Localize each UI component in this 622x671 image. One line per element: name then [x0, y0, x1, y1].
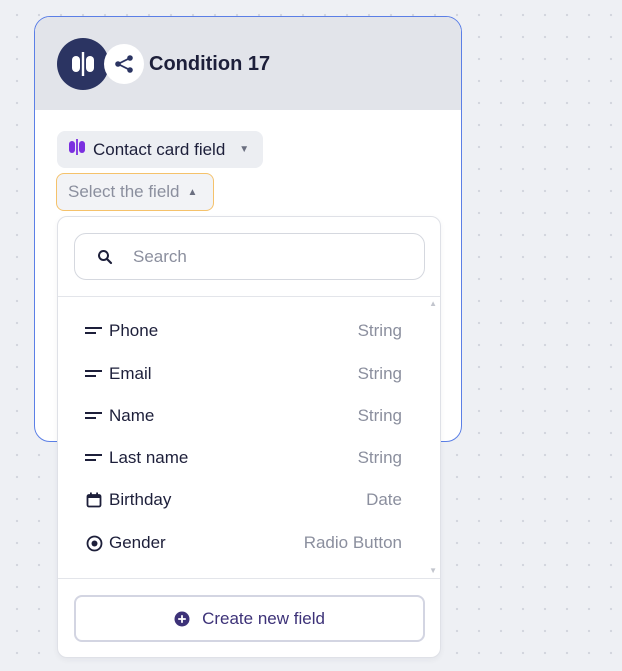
search-box[interactable]	[74, 233, 425, 280]
plus-circle-icon	[174, 611, 190, 626]
field-type: String	[357, 406, 402, 425]
field-name: Phone	[109, 321, 159, 340]
share-icon[interactable]	[104, 44, 144, 84]
text-field-icon	[84, 321, 104, 341]
scroll-down-arrow[interactable]: ▼	[429, 566, 437, 575]
caret-down-icon: ▼	[239, 144, 250, 155]
field-name: Birthday	[109, 490, 172, 509]
create-new-field-label: Create new field	[202, 608, 325, 628]
field-type: Date	[366, 490, 402, 509]
select-field-dropdown[interactable]: Select the field ▲	[56, 173, 215, 211]
select-field-label: Select the field	[68, 182, 180, 201]
node-header: Condition 17	[35, 17, 461, 110]
search-input[interactable]	[131, 245, 395, 268]
create-new-field-button[interactable]: Create new field	[74, 595, 425, 642]
list-item[interactable]: Name String	[58, 395, 442, 437]
list-item[interactable]: Birthday Date	[58, 479, 442, 521]
split-icon	[57, 38, 109, 90]
scroll-up-arrow[interactable]: ▲	[429, 299, 437, 308]
list-item[interactable]: Phone String	[58, 310, 442, 352]
field-type: String	[357, 364, 402, 383]
search-icon	[98, 249, 113, 264]
calendar-icon	[84, 490, 104, 510]
text-field-icon	[84, 364, 104, 384]
text-field-icon	[84, 448, 104, 468]
field-type: String	[357, 321, 402, 340]
radio-icon	[84, 533, 104, 553]
list-item[interactable]: Last name String	[58, 437, 442, 479]
field-name: Gender	[109, 533, 166, 552]
field-dropdown-panel: ▲ Phone String Email String Name String	[57, 216, 441, 658]
list-item[interactable]: Email String	[58, 353, 442, 395]
caret-up-icon: ▲	[187, 186, 198, 198]
divider	[58, 578, 440, 579]
field-name: Last name	[109, 448, 189, 467]
text-field-icon	[84, 406, 104, 426]
field-name: Email	[109, 364, 152, 383]
field-type: Radio Button	[303, 533, 402, 552]
node-title: Condition 17	[149, 53, 271, 75]
list-item[interactable]: Gender Radio Button	[58, 522, 442, 564]
field-type: String	[357, 448, 402, 467]
divider	[58, 296, 440, 297]
field-name: Name	[109, 406, 155, 425]
contact-card-field-label: Contact card field	[93, 139, 226, 159]
contact-card-field-dropdown[interactable]: Contact card field ▼	[57, 131, 264, 168]
contact-card-icon	[67, 137, 87, 162]
